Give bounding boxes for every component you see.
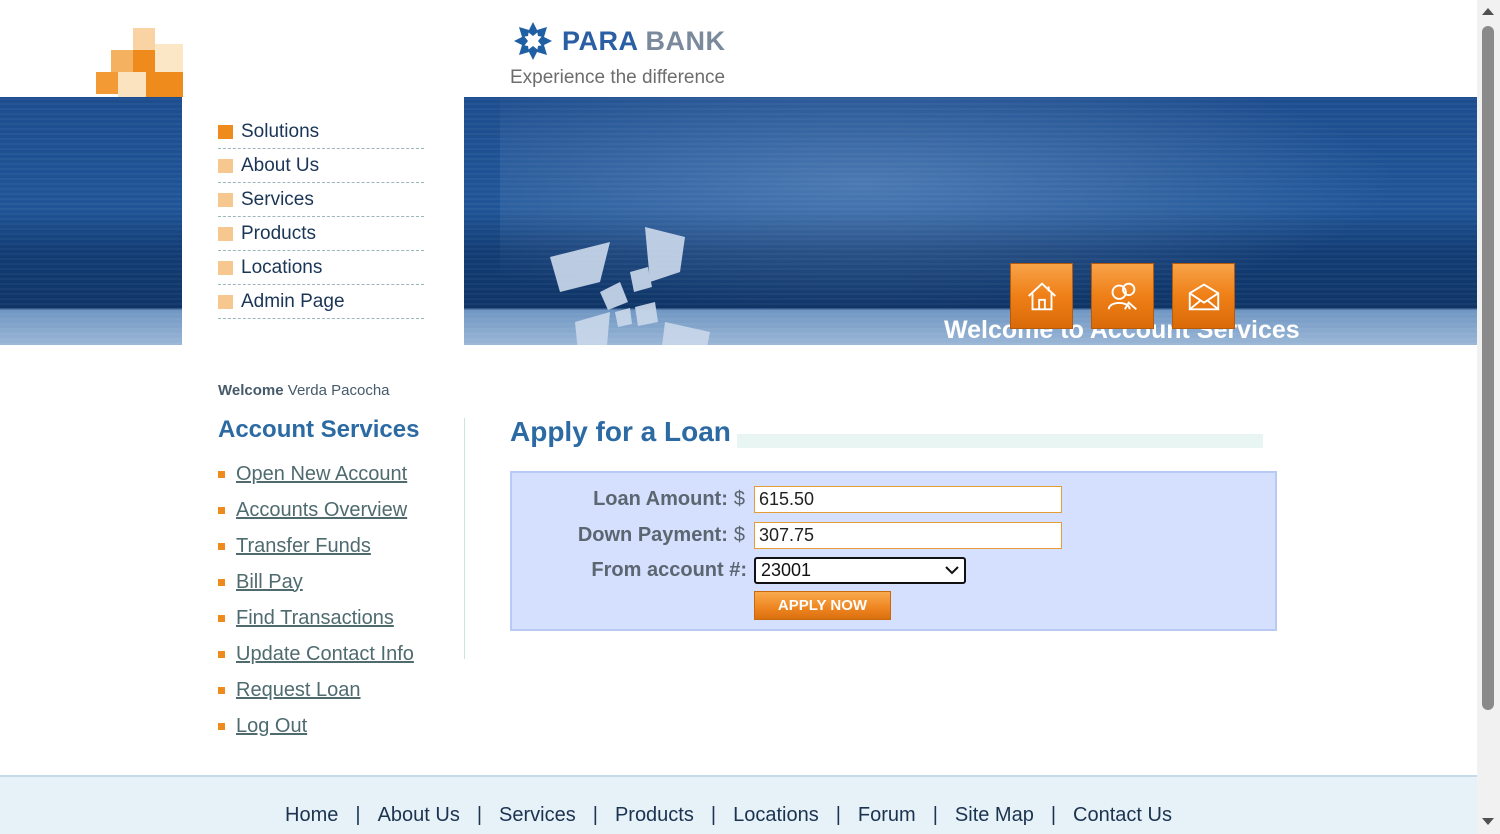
link-bill-pay: Bill Pay [218,564,414,600]
footer-link-site-map[interactable]: Site Map [955,804,1034,827]
brand-bank: BANK [645,25,726,56]
top-menu: Solutions About Us Services Products Loc… [218,115,424,319]
logo-squares [83,28,183,98]
mail-icon [1188,283,1219,311]
open-new-account-link[interactable]: Open New Account [236,463,407,486]
menu-item-admin-page[interactable]: Admin Page [218,285,424,319]
footer-separator: | [932,804,938,826]
footer-link-home[interactable]: Home [285,804,338,827]
accounts-overview-link[interactable]: Accounts Overview [236,499,407,522]
bill-pay-link[interactable]: Bill Pay [236,571,303,594]
footer-links: Home | About Us | Services | Products | … [0,804,1457,827]
footer-separator: | [1050,804,1057,826]
menu-item-locations[interactable]: Locations [218,251,424,285]
scroll-down-arrow-icon[interactable] [1482,818,1494,825]
footer-link-locations[interactable]: Locations [733,804,819,827]
footer-separator: | [476,804,483,826]
parabank-logo-icon [514,22,552,60]
loan-form: Loan Amount:$ Down Payment:$ From accoun… [510,471,1277,631]
link-update-contact-info: Update Contact Info [218,636,414,672]
home-button[interactable] [1010,263,1073,329]
page: PARA BANK Experience the difference Welc… [0,0,1500,834]
transfer-funds-link[interactable]: Transfer Funds [236,535,371,558]
find-transactions-link[interactable]: Find Transactions [236,607,394,630]
account-services-title: Account Services [218,416,420,443]
loan-amount-label: Loan Amount: $ [593,487,745,510]
link-accounts-overview: Accounts Overview [218,492,414,528]
vertical-scrollbar[interactable] [1477,0,1500,834]
down-payment-row: Down Payment: $ [512,521,1275,549]
tagline: Experience the difference [510,67,726,88]
down-payment-input[interactable] [754,521,1062,549]
contact-button[interactable] [1091,263,1154,329]
footer: Home | About Us | Services | Products | … [0,775,1477,834]
brand-para: PARA [562,25,638,56]
home-icon [1027,282,1056,311]
footer-separator: | [355,804,361,826]
scroll-thumb[interactable] [1482,26,1494,710]
welcome-user: Welcome Verda Pacocha [218,382,390,399]
welcome-prefix: Welcome [218,382,284,399]
footer-link-products[interactable]: Products [615,804,694,827]
account-services-links: Open New Account Accounts Overview Trans… [218,456,414,744]
log-out-link[interactable]: Log Out [236,715,307,738]
from-account-value: 23001 [761,559,812,580]
link-log-out: Log Out [218,708,414,744]
link-open-new-account: Open New Account [218,456,414,492]
banner-graphic [550,227,710,345]
down-payment-label: Down Payment: $ [577,523,745,546]
footer-link-forum[interactable]: Forum [858,804,916,827]
from-account-row: From account #: 23001 [512,556,1275,584]
loan-amount-row: Loan Amount: $ [512,485,1275,513]
footer-link-services[interactable]: Services [499,804,576,827]
page-title: Apply for a Loan [510,416,737,448]
footer-separator: | [710,804,717,826]
request-loan-link[interactable]: Request Loan [236,679,361,702]
link-transfer-funds: Transfer Funds [218,528,414,564]
menu-item-solutions[interactable]: Solutions [218,115,424,149]
menu-item-products[interactable]: Products [218,217,424,251]
contact-icon [1107,282,1137,311]
user-name: Verda Pacocha [287,382,390,399]
menu-item-about-us[interactable]: About Us [218,149,424,183]
link-find-transactions: Find Transactions [218,600,414,636]
loan-amount-currency: $ [733,487,745,510]
apply-now-button[interactable]: APPLY NOW [754,591,891,620]
link-request-loan: Request Loan [218,672,414,708]
footer-separator: | [835,804,841,826]
from-account-label: From account #: [591,558,747,581]
parabank-logo[interactable]: PARA BANK [510,18,726,64]
panel-divider [464,418,465,659]
footer-link-about-us[interactable]: About Us [378,804,460,827]
scroll-up-arrow-icon[interactable] [1482,8,1494,15]
footer-separator: | [592,804,598,826]
email-button[interactable] [1172,263,1235,329]
chevron-down-icon [945,566,959,575]
banner-icon-group [1010,263,1235,329]
down-payment-currency: $ [733,523,745,546]
from-account-select[interactable]: 23001 [754,556,966,584]
update-contact-info-link[interactable]: Update Contact Info [236,643,414,666]
menu-item-services[interactable]: Services [218,183,424,217]
footer-link-contact-us[interactable]: Contact Us [1073,804,1172,827]
loan-amount-input[interactable] [754,485,1062,513]
